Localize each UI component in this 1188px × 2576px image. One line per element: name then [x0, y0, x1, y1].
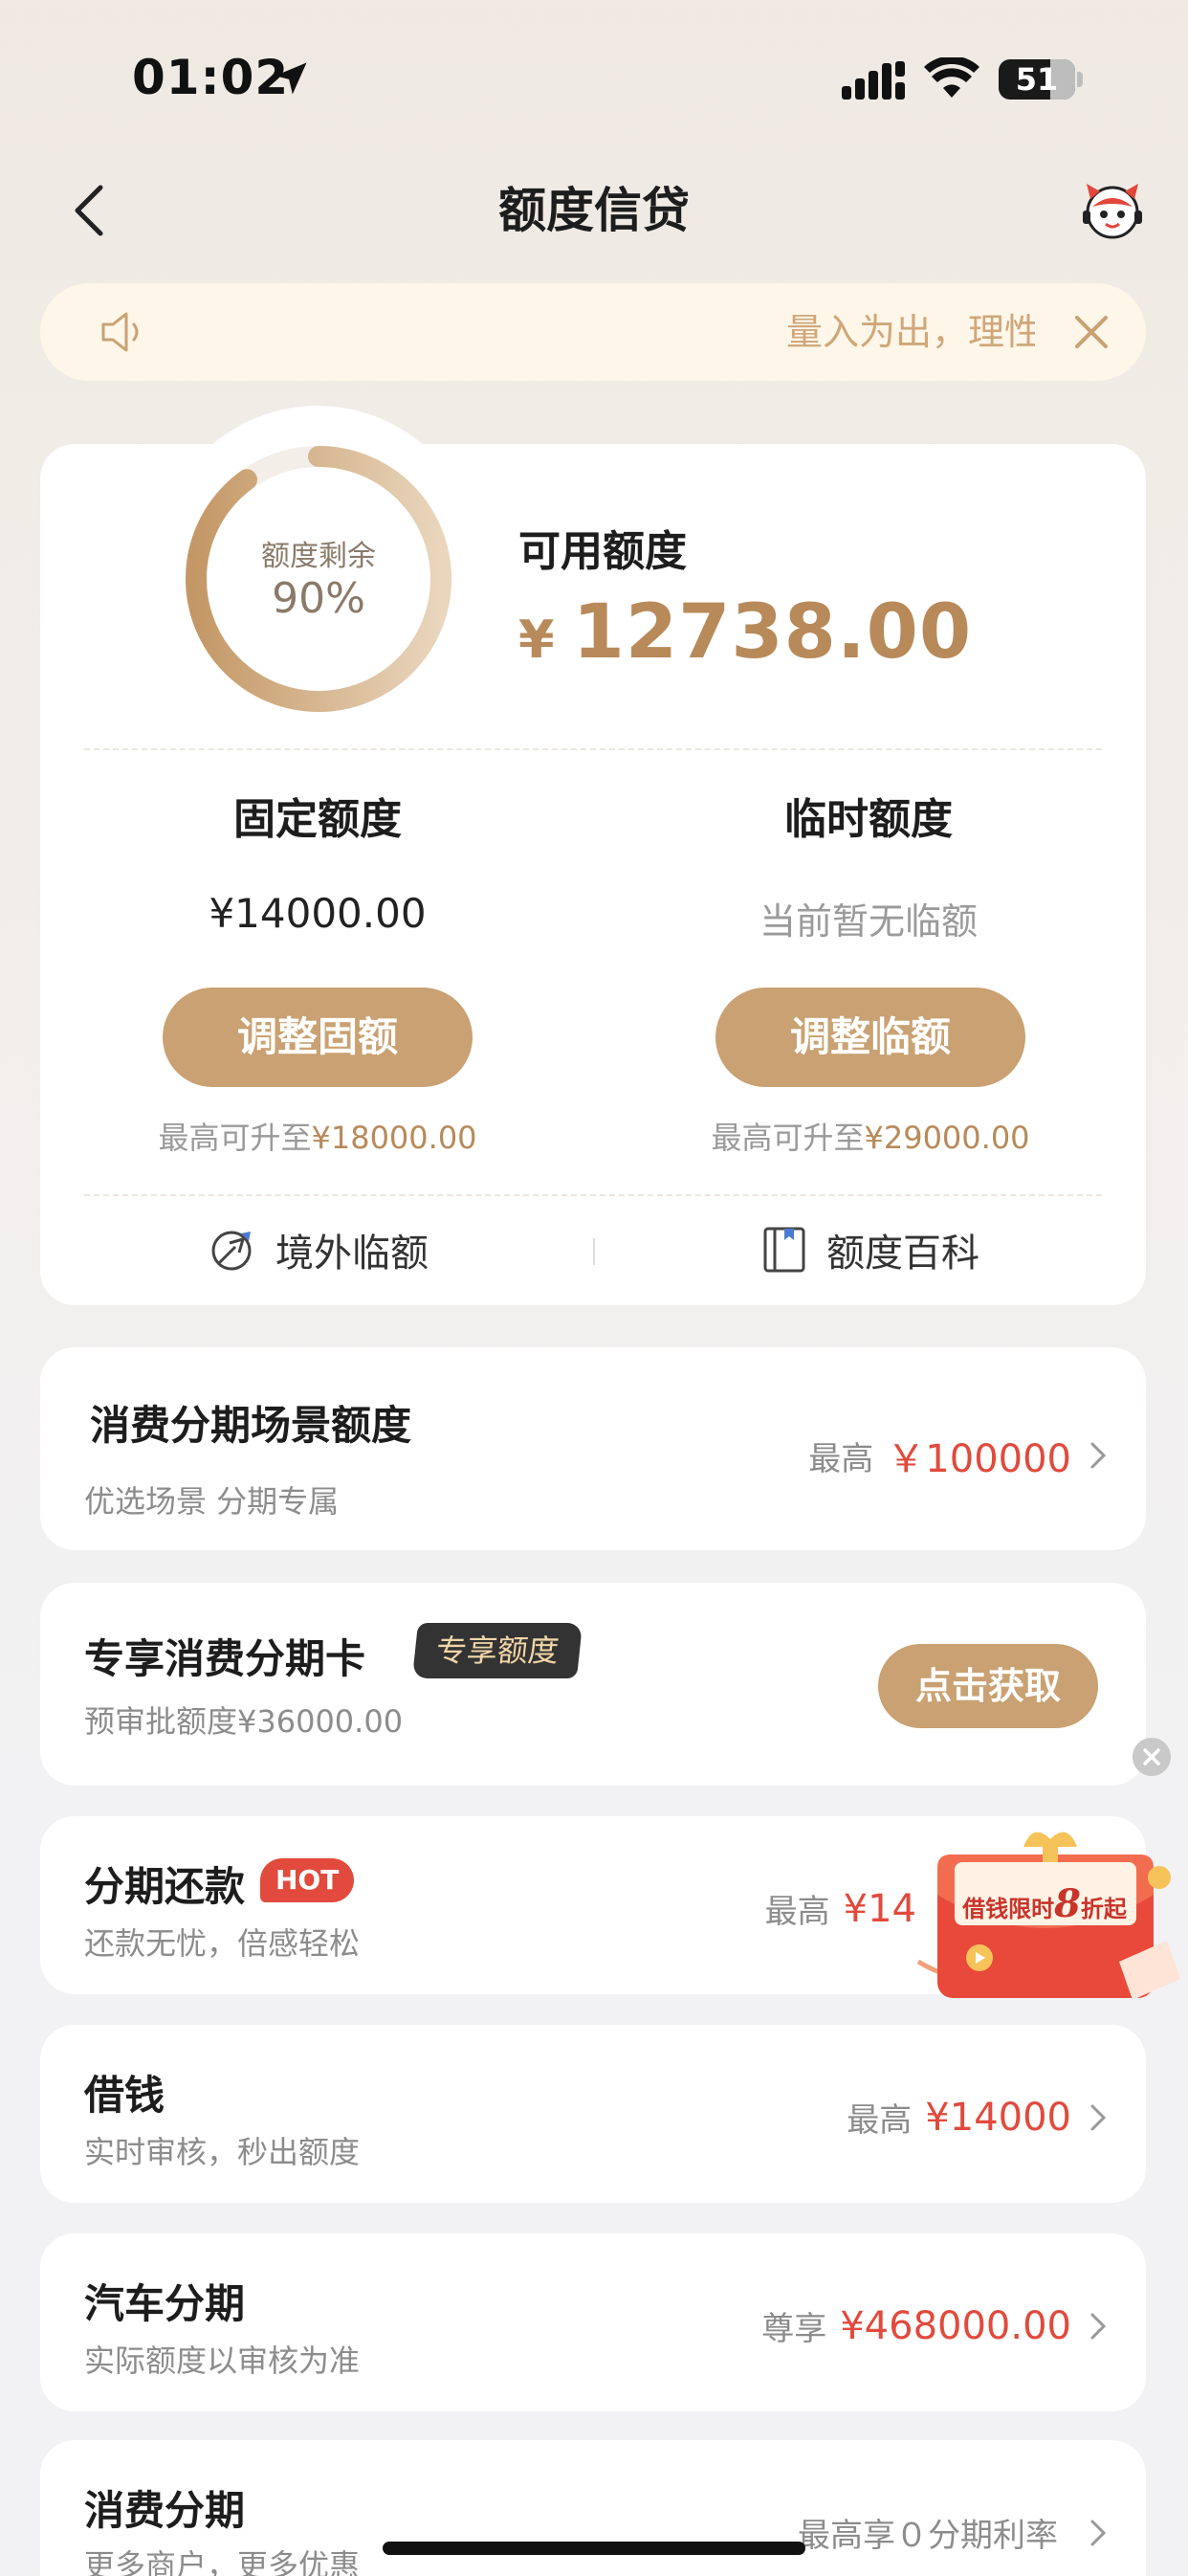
book-icon: [763, 1227, 805, 1273]
status-bar: 01:02 51: [0, 0, 1188, 144]
card-title: 消费分期: [84, 2487, 246, 2534]
promo-text-after: 折起: [1080, 1895, 1127, 1922]
overseas-temp-credit-link[interactable]: 境外临额: [209, 1221, 429, 1278]
fixed-credit-value: ¥14000.00: [209, 890, 427, 937]
promo-text-big: 8: [1054, 1881, 1081, 1926]
overseas-link-label: 境外临额: [275, 1232, 429, 1276]
promo-text-before: 借钱限时: [962, 1895, 1055, 1922]
notice-bar[interactable]: 量入为出，理性消费: [40, 283, 1146, 381]
card-title: 消费分期场景额度: [90, 1402, 412, 1449]
card-title: 借钱: [84, 2072, 165, 2119]
promo-text[interactable]: 借钱限时8折起: [958, 1881, 1131, 1926]
amount-value: ¥468000.00: [840, 2303, 1071, 2348]
fixed-credit-hint: 最高可升至¥18000.00: [98, 1114, 538, 1158]
amount-value: ¥14000: [925, 2095, 1071, 2140]
temp-credit-hint: 最高可升至¥29000.00: [650, 1114, 1090, 1158]
location-arrow-icon: [275, 62, 307, 95]
speaker-icon: [101, 312, 139, 352]
hint-amount: ¥18000.00: [311, 1120, 477, 1156]
borrow-card[interactable]: 借钱 实时审核，秒出额度 最高 ¥14000: [40, 2025, 1146, 2203]
currency-symbol: ¥: [518, 610, 556, 670]
hint-prefix: 最高可升至: [158, 1120, 312, 1156]
card-amount: 最高 ¥14: [765, 1885, 916, 1932]
divider: [84, 1194, 1102, 1196]
available-amount-value: 12738.00: [572, 589, 973, 676]
link-separator: [593, 1238, 595, 1265]
card-title: 分期还款: [84, 1863, 246, 1910]
amount-prefix: 最高: [847, 2101, 913, 2140]
amount-prefix: 最高享０分期利率: [798, 2517, 1058, 2555]
battery-level: 51: [1015, 61, 1059, 98]
amount-prefix: 尊享: [761, 2310, 827, 2348]
chevron-right-icon: [1090, 2104, 1107, 2130]
hint-amount: ¥29000.00: [864, 1120, 1030, 1156]
available-credit-amount: ¥12738.00: [518, 589, 972, 676]
amount-value: ¥14: [843, 1886, 916, 1931]
card-subtitle: 实际额度以审核为准: [84, 2343, 361, 2379]
ring-label: 额度剩余: [261, 540, 376, 573]
card-subtitle: 预审批额度¥36000.00: [84, 1703, 404, 1740]
ring-percent: 90%: [272, 574, 365, 623]
get-now-button[interactable]: 点击获取: [878, 1644, 1098, 1728]
temp-credit-title: 临时额度: [784, 795, 953, 844]
card-title: 汽车分期: [84, 2280, 246, 2327]
status-time: 01:02: [132, 50, 290, 105]
card-amount: 最高享０分期利率: [798, 2509, 1108, 2556]
amount-prefix: 最高: [764, 1893, 830, 1931]
close-icon[interactable]: [1069, 310, 1113, 354]
card-subtitle: 还款无忧，倍感轻松: [84, 1925, 361, 1962]
scene-credit-card[interactable]: 消费分期场景额度 优选场景 分期专属 最高 ￥100000: [40, 1347, 1146, 1550]
divider: [84, 748, 1102, 750]
back-button[interactable]: [59, 172, 117, 249]
hot-tag: HOT: [260, 1858, 355, 1902]
close-float-icon[interactable]: [1133, 1738, 1171, 1776]
car-installment-card[interactable]: 汽车分期 实际额度以审核为准 尊享 ¥468000.00: [40, 2233, 1146, 2411]
notice-text: 量入为出，理性消费: [786, 311, 1035, 353]
chevron-right-icon: [1090, 1442, 1107, 1469]
battery-indicator: 51: [999, 59, 1075, 100]
card-amount: 尊享 ¥468000.00: [761, 2302, 1108, 2349]
mascot-service-icon[interactable]: [1079, 178, 1146, 239]
adjust-temp-button[interactable]: 调整临额: [715, 988, 1025, 1087]
amount-value: ￥100000: [887, 1437, 1071, 1481]
battery-cap: [1077, 72, 1083, 87]
card-subtitle: 优选场景 分期专属: [84, 1483, 340, 1520]
page-title: 额度信贷: [498, 183, 690, 238]
card-amount: 最高 ￥100000: [808, 1428, 1108, 1483]
card-amount: 最高 ¥14000: [847, 2094, 1108, 2141]
credit-wiki-link[interactable]: 额度百科: [761, 1221, 979, 1278]
cellular-signal-icon: [842, 61, 905, 100]
fixed-credit-title: 固定额度: [233, 795, 402, 844]
hint-prefix: 最高可升至: [711, 1120, 865, 1156]
adjust-fixed-button[interactable]: 调整固额: [163, 988, 473, 1087]
chevron-right-icon: [1090, 2520, 1107, 2545]
plane-globe-icon: [211, 1231, 252, 1271]
card-subtitle: 实时审核，秒出额度: [84, 2134, 361, 2170]
available-credit-label: 可用额度: [518, 527, 687, 576]
card-title: 专享消费分期卡: [84, 1635, 366, 1682]
wifi-icon: [924, 57, 979, 98]
card-subtitle: 更多商户，更多优惠: [84, 2547, 361, 2576]
amount-prefix: 最高: [808, 1439, 874, 1478]
consumer-installment-card[interactable]: 消费分期 更多商户，更多优惠 最高享０分期利率: [40, 2440, 1146, 2576]
wiki-link-label: 额度百科: [826, 1232, 979, 1276]
chevron-right-icon: [1090, 2313, 1107, 2339]
home-indicator: [383, 2542, 805, 2555]
temp-credit-value: 当前暂无临额: [759, 900, 978, 943]
exclusive-tag: 专享额度: [411, 1623, 583, 1678]
chevron-left-icon: [75, 185, 103, 236]
